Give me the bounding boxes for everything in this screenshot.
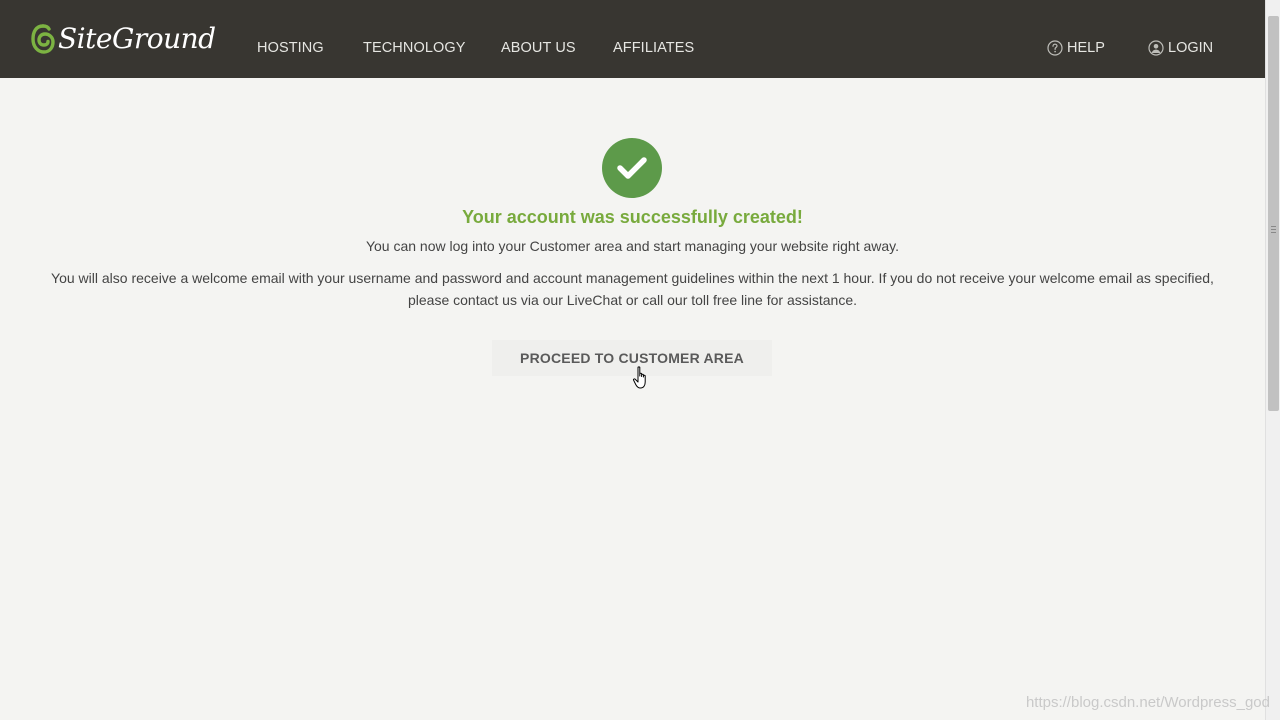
siteground-swirl-icon [31, 24, 55, 54]
nav-affiliates[interactable]: AFFILIATES [613, 38, 694, 58]
success-title: Your account was successfully created! [462, 207, 803, 227]
question-circle-icon [1047, 40, 1063, 56]
help-link[interactable]: HELP [1047, 38, 1105, 58]
info-text: You will also receive a welcome email wi… [51, 270, 1214, 308]
login-label: LOGIN [1168, 40, 1214, 56]
brand-name: SiteGround [58, 22, 216, 55]
scrollbar-grip-icon [1271, 226, 1276, 233]
nav-hosting[interactable]: HOSTING [257, 38, 324, 58]
login-link[interactable]: LOGIN [1148, 38, 1213, 58]
vertical-scrollbar[interactable] [1265, 0, 1280, 720]
checkmark-icon [617, 157, 647, 179]
nav-technology[interactable]: TECHNOLOGY [363, 38, 466, 58]
nav-about-us[interactable]: ABOUT US [501, 38, 576, 58]
scrollbar-thumb[interactable] [1268, 16, 1279, 411]
siteground-logo[interactable]: SiteGround [31, 21, 216, 57]
watermark: https://blog.csdn.net/Wordpress_god [1025, 694, 1270, 711]
help-label: HELP [1067, 40, 1105, 56]
success-badge [602, 138, 662, 198]
site-header: SiteGround HOSTING TECHNOLOGY ABOUT US A… [0, 0, 1265, 78]
user-circle-icon [1148, 40, 1164, 56]
hand-pointer-icon [632, 366, 646, 389]
lead-text: You can now log into your Customer area … [365, 238, 900, 254]
